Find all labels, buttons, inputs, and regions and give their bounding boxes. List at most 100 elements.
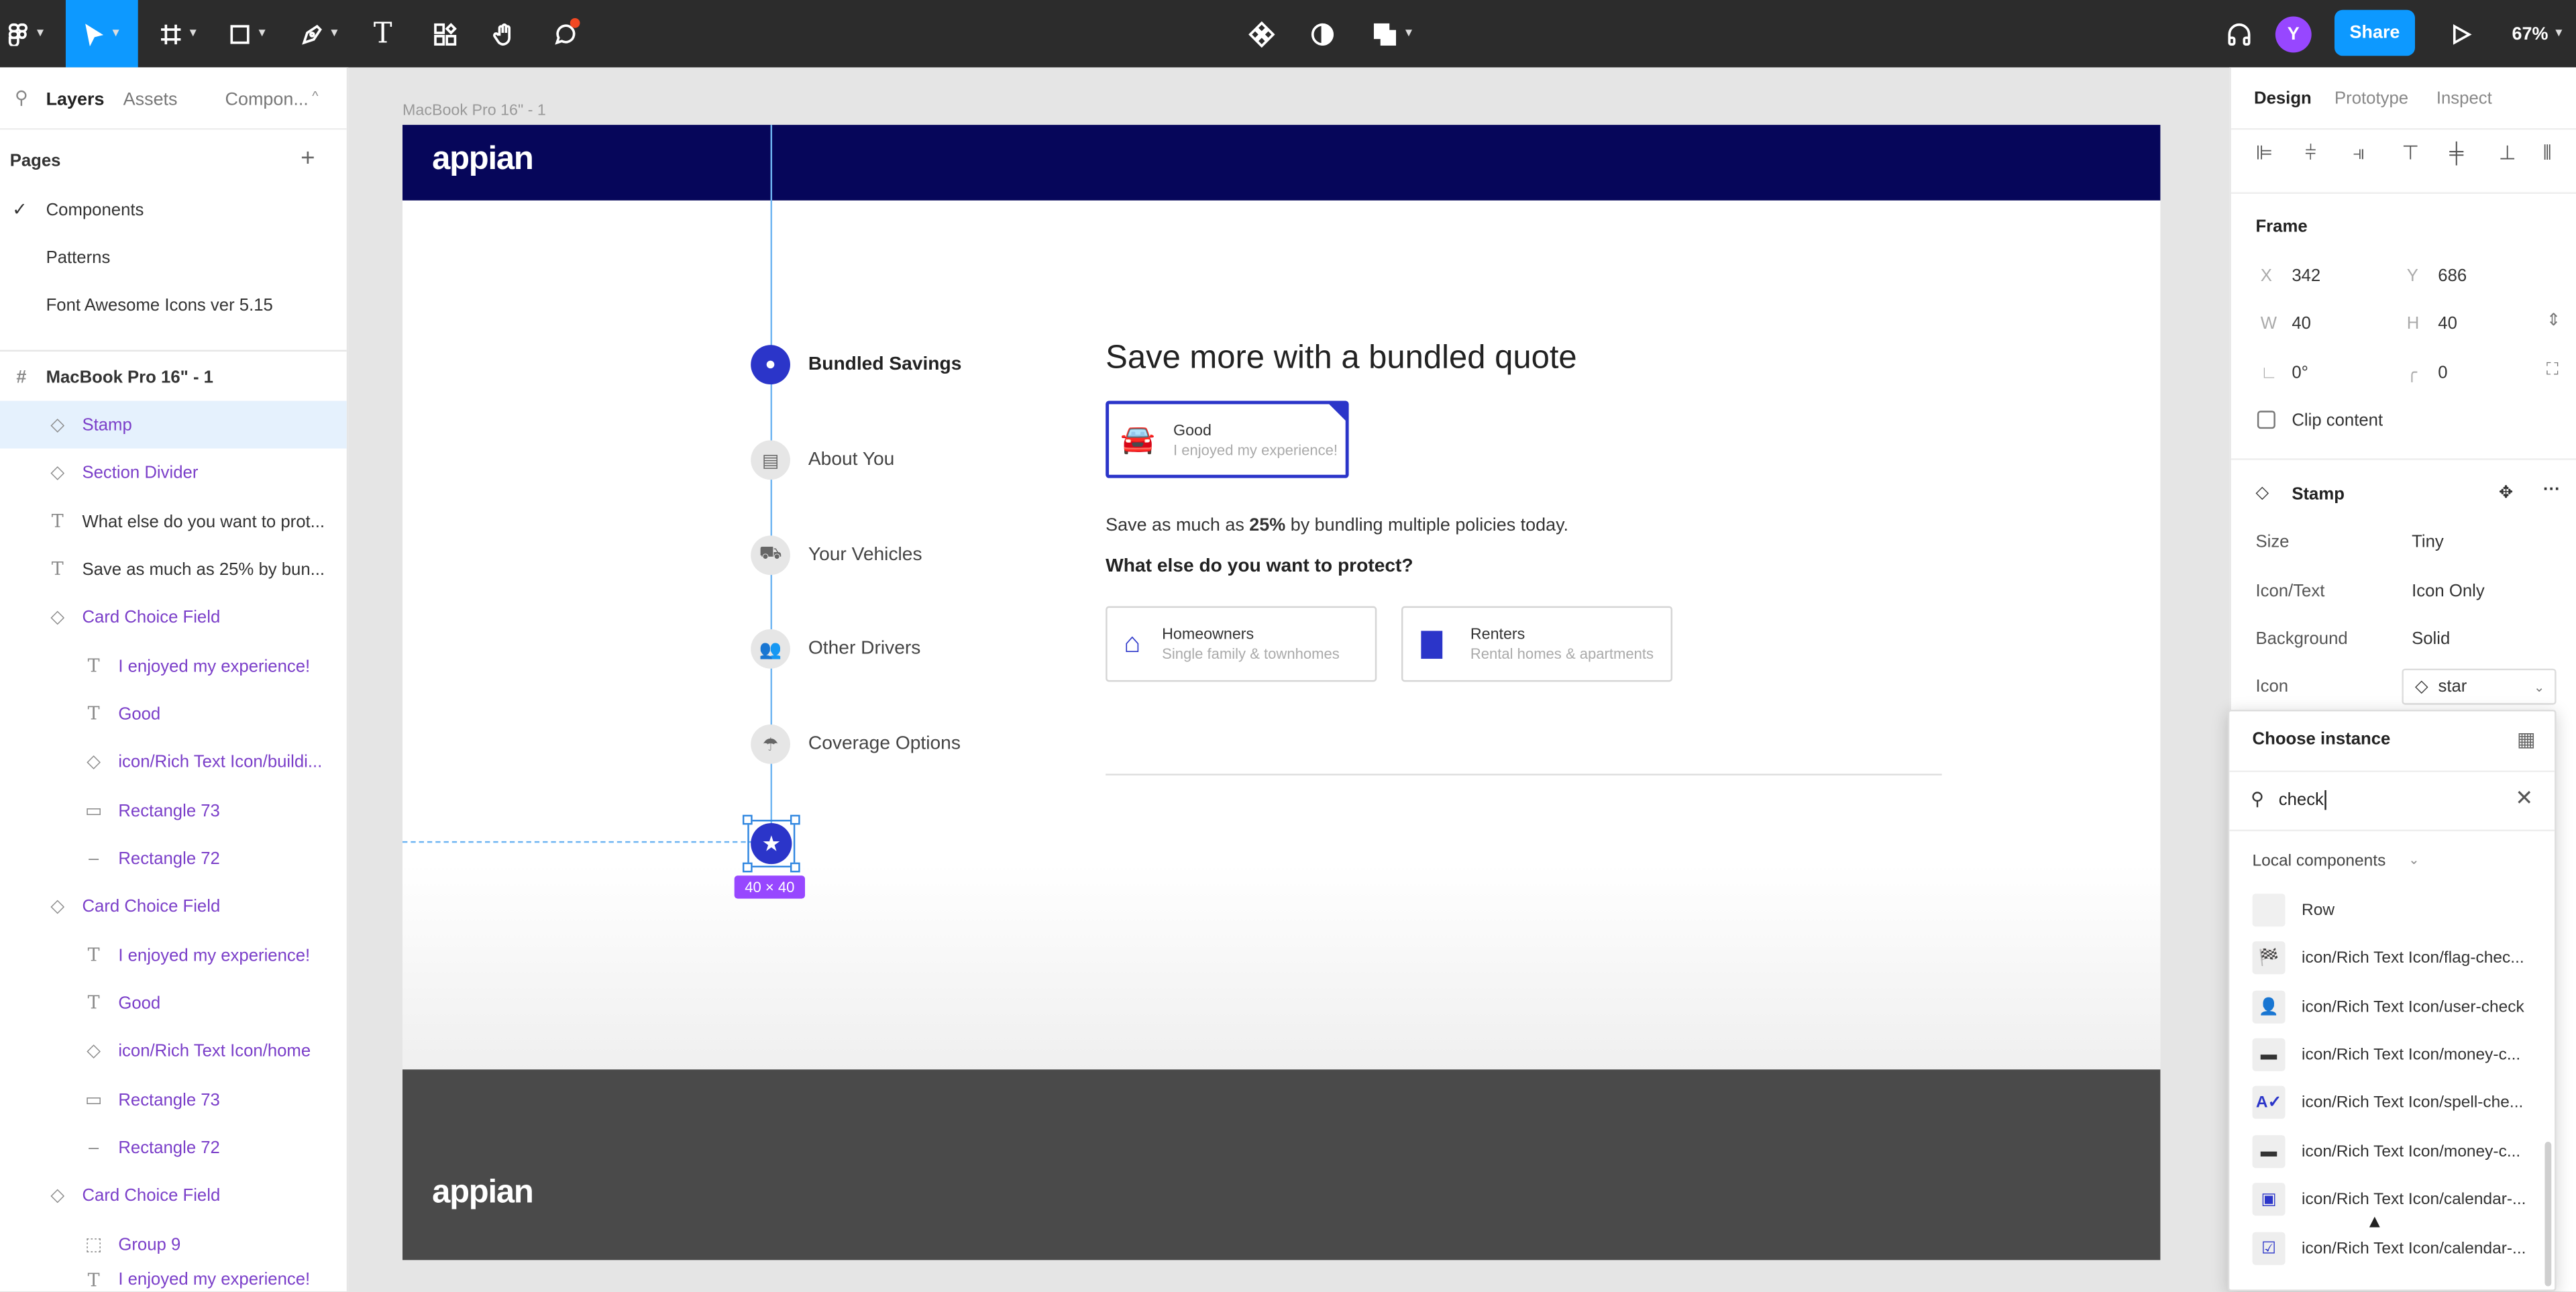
pen-tool-icon[interactable]: ▼ xyxy=(292,0,348,67)
width-field[interactable]: 40 xyxy=(2292,314,2311,333)
layer-frame[interactable]: # MacBook Pro 16" - 1 xyxy=(0,354,347,401)
instance-option-money-check[interactable]: ▬ icon/Rich Text Icon/money-c... xyxy=(2252,1035,2555,1075)
height-field[interactable]: 40 xyxy=(2438,314,2457,333)
grid-view-icon[interactable]: ▦ xyxy=(2517,728,2536,751)
text-tool-icon[interactable]: T xyxy=(365,0,401,67)
figma-menu-icon[interactable]: ▼ xyxy=(3,0,50,67)
instance-option-calendar-check[interactable]: ▣ icon/Rich Text Icon/calendar-... xyxy=(2252,1179,2555,1219)
shape-tool-icon[interactable]: ▼ xyxy=(220,0,276,67)
resize-handle[interactable] xyxy=(790,814,800,825)
independent-corners-icon[interactable]: ⛶ xyxy=(2546,360,2559,381)
popup-scrollbar[interactable] xyxy=(2544,1142,2552,1287)
page-item-patterns[interactable]: Patterns xyxy=(0,233,347,281)
instance-option-calendar-check-outline[interactable]: ☑ icon/Rich Text Icon/calendar-... xyxy=(2252,1229,2555,1269)
resources-icon[interactable] xyxy=(427,0,464,67)
layer-text-good[interactable]: T Good xyxy=(0,690,347,738)
resize-handle[interactable] xyxy=(742,862,753,873)
boolean-icon[interactable]: ▼ xyxy=(1364,0,1423,67)
background-dropdown[interactable]: Solid xyxy=(2412,629,2450,649)
layer-section-divider[interactable]: ◇ Section Divider xyxy=(0,449,347,496)
tab-components[interactable]: Compon... xyxy=(225,91,309,110)
layer-rectangle-72[interactable]: – Rectangle 72 xyxy=(0,835,347,882)
layer-text-enjoyed[interactable]: TI enjoyed my experience! xyxy=(0,1269,347,1291)
instance-option-spell-check[interactable]: A✓ icon/Rich Text Icon/spell-che... xyxy=(2252,1083,2555,1122)
step-coverage-options[interactable]: ☂ Coverage Options xyxy=(751,724,961,764)
frame-tool-icon[interactable]: ▼ xyxy=(151,0,207,67)
icon-text-dropdown[interactable]: Icon Only xyxy=(2412,582,2485,601)
headphones-icon[interactable] xyxy=(2220,0,2259,67)
tab-inspect[interactable]: Inspect xyxy=(2436,89,2492,108)
clear-search-icon[interactable]: ✕ xyxy=(2515,786,2533,812)
align-top-icon[interactable]: ⊤ xyxy=(2402,142,2419,164)
tab-design[interactable]: Design xyxy=(2254,89,2312,108)
share-button[interactable]: Share xyxy=(2334,9,2416,56)
layer-rectangle-73[interactable]: ▭ Rectangle 73 xyxy=(0,787,347,835)
instance-option-user-check[interactable]: 👤 icon/Rich Text Icon/user-check xyxy=(2252,987,2555,1027)
stamp-star-icon[interactable]: ★ xyxy=(751,822,792,865)
x-field[interactable]: 342 xyxy=(2292,266,2320,286)
component-name[interactable]: Stamp xyxy=(2292,484,2345,504)
layer-icon-home[interactable]: ◇ icon/Rich Text Icon/home xyxy=(0,1027,347,1075)
align-right-icon[interactable]: ⫣ xyxy=(2353,142,2365,166)
size-dropdown[interactable]: Tiny xyxy=(2412,532,2444,551)
layer-rectangle-73[interactable]: ▭ Rectangle 73 xyxy=(0,1076,347,1124)
layer-icon-building[interactable]: ◇ icon/Rich Text Icon/buildi... xyxy=(0,738,347,786)
distribute-icon[interactable]: ⫴ xyxy=(2543,142,2551,166)
layer-text-save[interactable]: T Save as much as 25% by bun... xyxy=(0,545,347,593)
present-icon[interactable] xyxy=(2441,0,2481,67)
go-to-main-component-icon[interactable]: ✥ xyxy=(2499,483,2514,502)
choice-card-renters[interactable]: Renters Rental homes & apartments xyxy=(1401,606,1673,682)
page-item-font-awesome[interactable]: Font Awesome Icons ver 5.15 xyxy=(0,281,347,329)
layer-group-9[interactable]: ⬚ Group 9 xyxy=(0,1221,347,1269)
chevron-down-icon[interactable]: ⌄ xyxy=(2408,853,2419,867)
frame-label[interactable]: MacBook Pro 16" - 1 xyxy=(402,102,546,120)
search-icon[interactable]: ⚲ xyxy=(15,87,28,108)
comment-icon[interactable] xyxy=(545,0,585,67)
constrain-proportions-icon[interactable]: ⇕ xyxy=(2546,311,2561,330)
tab-assets[interactable]: Assets xyxy=(123,91,178,110)
step-about-you[interactable]: ▤ About You xyxy=(751,440,894,480)
step-your-vehicles[interactable]: ⛟ Your Vehicles xyxy=(751,535,922,576)
selected-choice-card[interactable]: 🚘 Good I enjoyed my experience! xyxy=(1106,400,1349,478)
align-left-icon[interactable]: ⊫ xyxy=(2255,142,2273,164)
instance-search-input[interactable]: check xyxy=(2279,790,2327,810)
align-middle-icon[interactable]: ╪ xyxy=(2449,142,2463,164)
chevron-up-icon[interactable]: ^ xyxy=(312,89,318,103)
y-field[interactable]: 686 xyxy=(2438,266,2467,286)
radius-field[interactable]: 0 xyxy=(2438,363,2447,382)
layer-card-choice-field[interactable]: ◇ Card Choice Field xyxy=(0,882,347,930)
resize-handle[interactable] xyxy=(742,814,753,825)
component-icon[interactable] xyxy=(1242,0,1281,67)
layer-text-what-else[interactable]: T What else do you want to prot... xyxy=(0,498,347,545)
add-page-icon[interactable]: + xyxy=(301,145,315,173)
icon-instance-swap[interactable]: ◇ star ⌄ xyxy=(2402,668,2557,705)
layer-text-enjoyed[interactable]: TI enjoyed my experience! xyxy=(0,932,347,979)
layer-text-enjoyed[interactable]: TI enjoyed my experience! xyxy=(0,643,347,690)
hand-tool-icon[interactable] xyxy=(486,0,523,67)
zoom-dropdown[interactable]: 67% ▼ xyxy=(2504,0,2573,67)
contrast-icon[interactable] xyxy=(1303,0,1342,67)
layer-text-good[interactable]: T Good xyxy=(0,979,347,1027)
rotation-field[interactable]: 0° xyxy=(2292,363,2308,382)
step-other-drivers[interactable]: 👥 Other Drivers xyxy=(751,629,920,669)
choice-card-homeowners[interactable]: ⌂ Homeowners Single family & townhomes xyxy=(1106,606,1377,682)
layer-rectangle-72[interactable]: – Rectangle 72 xyxy=(0,1124,347,1171)
avatar[interactable]: Y xyxy=(2273,0,2313,67)
align-bottom-icon[interactable]: ⊥ xyxy=(2499,142,2516,164)
layer-card-choice-field[interactable]: ◇ Card Choice Field xyxy=(0,593,347,641)
local-components-section[interactable]: Local components xyxy=(2253,853,2386,871)
instance-option-flag-check[interactable]: 🏁 icon/Rich Text Icon/flag-chec... xyxy=(2252,938,2555,977)
tab-prototype[interactable]: Prototype xyxy=(2334,89,2408,108)
move-tool-icon[interactable]: ▼ xyxy=(65,0,138,68)
design-frame[interactable]: appian appian xyxy=(402,125,2161,1260)
clip-content-checkbox[interactable] xyxy=(2257,411,2275,429)
layer-card-choice-field[interactable]: ◇ Card Choice Field xyxy=(0,1171,347,1219)
frame-section-title[interactable]: Frame xyxy=(2255,217,2307,236)
instance-option-money-check-alt[interactable]: ▬ icon/Rich Text Icon/money-c... xyxy=(2252,1132,2555,1171)
page-item-components[interactable]: ✓ Components xyxy=(0,186,347,233)
resize-handle[interactable] xyxy=(790,862,800,873)
more-options-icon[interactable]: ··· xyxy=(2543,480,2561,499)
instance-option-row[interactable]: Row xyxy=(2252,890,2555,930)
align-center-icon[interactable]: ⫩ xyxy=(2305,142,2316,166)
step-bundled-savings[interactable]: ● Bundled Savings xyxy=(751,345,961,385)
